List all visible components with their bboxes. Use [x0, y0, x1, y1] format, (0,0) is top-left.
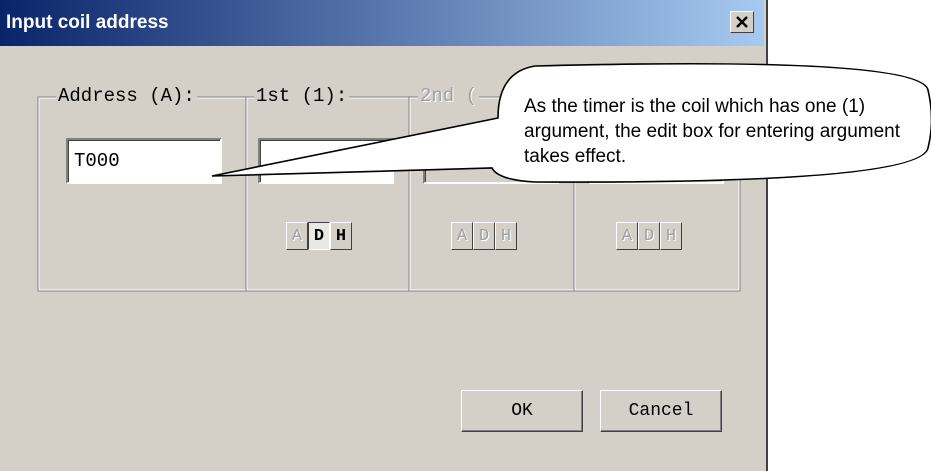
- callout-text: As the timer is the coil which has one (…: [524, 96, 901, 167]
- callout-bubble: [211, 62, 931, 183]
